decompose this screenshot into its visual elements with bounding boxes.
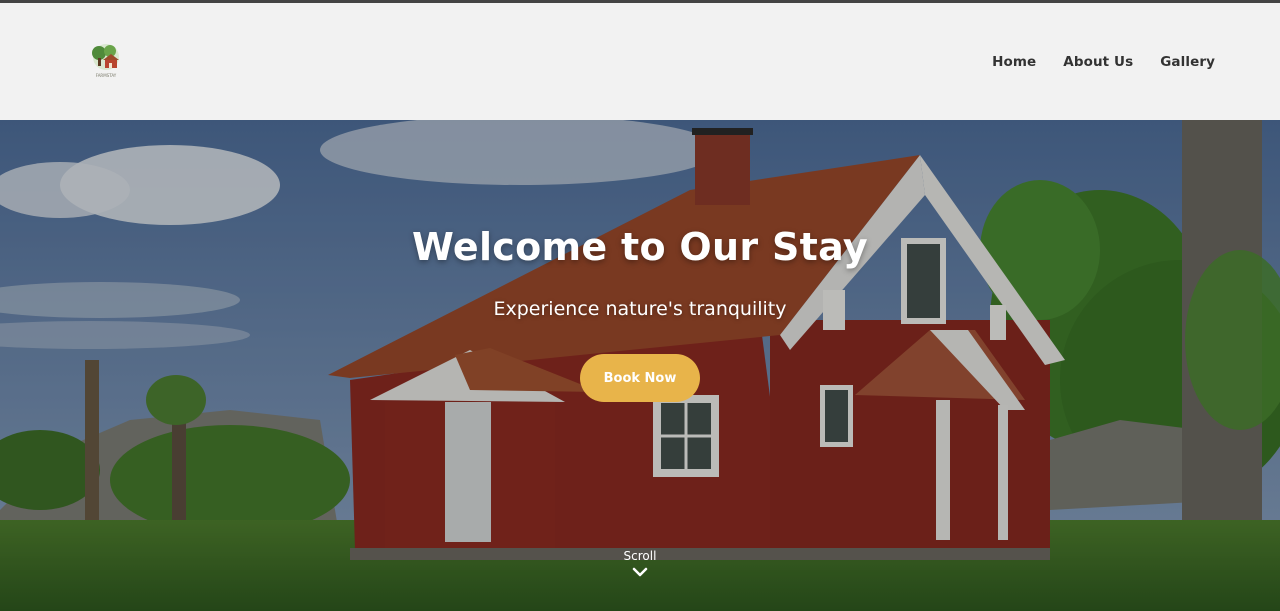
logo-house-tree-icon: FARMSTAY bbox=[92, 43, 119, 78]
scroll-label: Scroll bbox=[623, 549, 657, 563]
logo[interactable]: FARMSTAY bbox=[88, 42, 124, 82]
main-nav: Home About Us Gallery bbox=[992, 54, 1215, 70]
hero-title: Welcome to Our Stay bbox=[412, 225, 868, 269]
hero-subtitle: Experience nature's tranquility bbox=[493, 298, 787, 320]
scroll-indicator[interactable]: Scroll bbox=[600, 549, 680, 577]
logo-text: FARMSTAY bbox=[96, 73, 117, 78]
nav-home[interactable]: Home bbox=[992, 54, 1036, 70]
nav-gallery[interactable]: Gallery bbox=[1160, 54, 1215, 70]
book-now-button[interactable]: Book Now bbox=[580, 354, 700, 402]
hero-section: Welcome to Our Stay Experience nature's … bbox=[0, 120, 1280, 611]
chevron-down-icon bbox=[632, 567, 648, 577]
top-border bbox=[0, 0, 1280, 3]
nav-about-us[interactable]: About Us bbox=[1063, 54, 1133, 70]
site-header: FARMSTAY Home About Us Gallery bbox=[0, 3, 1280, 120]
